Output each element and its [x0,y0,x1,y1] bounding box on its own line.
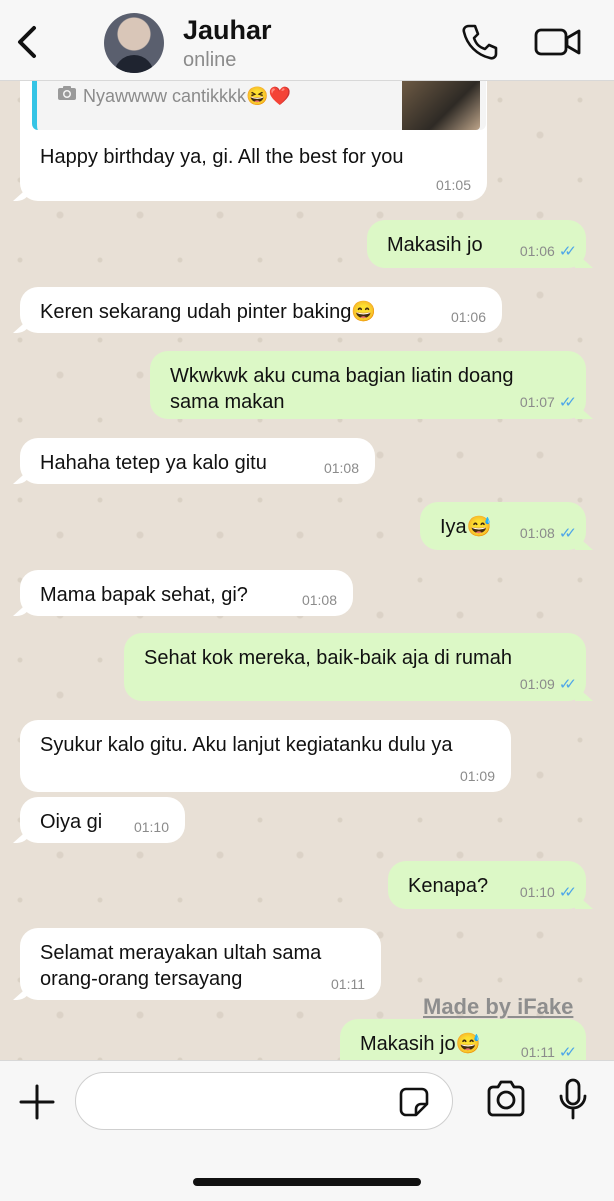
read-receipt-icon: ✓✓ [558,884,577,901]
message-bubble-outgoing[interactable]: Iya😅 01:08 ✓✓ [420,502,586,550]
message-text: Sehat kok mereka, baik-baik aja di rumah [144,647,512,669]
message-time: 01:11 [331,976,365,992]
reply-preview[interactable]: Nyawwww cantikkkk😆❤️ [32,80,486,130]
message-text: Hahaha tetep ya kalo gitu [40,452,267,474]
message-bubble-incoming[interactable]: Nyawwww cantikkkk😆❤️ Happy birthday ya, … [20,80,487,201]
message-bubble-outgoing[interactable]: Kenapa? 01:10 ✓✓ [388,861,586,909]
message-bubble-incoming[interactable]: Mama bapak sehat, gi? 01:08 [20,570,353,616]
chat-header: Jauhar online [0,0,614,81]
video-camera-icon[interactable] [533,24,583,60]
message-text: Iya😅 [440,516,492,538]
message-text: Selamat merayakan ultah sama orang-orang… [40,942,322,990]
message-text: Syukur kalo gitu. Aku lanjut kegiatanku … [40,734,453,756]
back-chevron-icon[interactable] [10,22,44,62]
message-time: 01:07 ✓✓ [519,394,577,411]
watermark: Made by iFake [423,994,574,1019]
message-text: Makasih jo😅 [360,1033,481,1055]
message-time: 01:10 ✓✓ [519,884,577,901]
message-text: Wkwkwk aku cuma bagian liatin doang sama… [170,365,514,413]
message-time: 01:08 ✓✓ [519,525,577,542]
message-bubble-incoming[interactable]: Keren sekarang udah pinter baking😄 01:06 [20,287,502,333]
message-time: 01:09 ✓✓ [519,676,577,693]
message-time: 01:10 [133,819,169,835]
read-receipt-icon: ✓✓ [558,525,577,542]
message-text: Keren sekarang udah pinter baking😄 [40,301,377,323]
read-receipt-icon: ✓✓ [558,243,577,260]
phone-icon[interactable] [460,22,500,62]
message-bubble-outgoing[interactable]: Wkwkwk aku cuma bagian liatin doang sama… [150,351,586,419]
camera-icon[interactable] [485,1080,527,1118]
plus-icon[interactable] [17,1082,57,1122]
home-indicator [193,1178,421,1186]
message-time: 01:05 [435,177,471,193]
message-bubble-outgoing[interactable]: Sehat kok mereka, baik-baik aja di rumah… [124,633,586,701]
message-input[interactable] [75,1072,453,1130]
message-time: 01:06 [450,309,486,325]
camera-icon [58,86,76,100]
message-bubble-incoming[interactable]: Hahaha tetep ya kalo gitu 01:08 [20,438,375,484]
message-time: 01:06 ✓✓ [519,243,577,260]
message-time: 01:09 [459,768,495,784]
message-bubble-incoming[interactable]: Selamat merayakan ultah sama orang-orang… [20,928,381,1000]
reply-thumbnail-image [402,80,480,130]
message-text: Happy birthday ya, gi. All the best for … [40,146,404,168]
message-time: 01:11 ✓✓ [520,1044,577,1061]
message-bubble-outgoing[interactable]: Makasih jo 01:06 ✓✓ [367,220,586,268]
message-text: Makasih jo [387,234,483,256]
contact-status: online [183,49,237,71]
message-bubble-incoming[interactable]: Oiya gi 01:10 [20,797,185,843]
reply-preview-text: Nyawwww cantikkkk😆❤️ [83,86,291,106]
message-text: Kenapa? [408,875,489,897]
read-receipt-icon: ✓✓ [558,676,577,693]
message-time: 01:08 [323,460,359,476]
message-time: 01:08 [301,592,337,608]
contact-name[interactable]: Jauhar [183,15,272,46]
mic-icon[interactable] [557,1078,589,1120]
message-text: Mama bapak sehat, gi? [40,584,248,606]
contact-avatar[interactable] [104,13,164,73]
message-text: Oiya gi [40,811,103,833]
read-receipt-icon: ✓✓ [558,394,577,411]
message-bubble-incoming[interactable]: Syukur kalo gitu. Aku lanjut kegiatanku … [20,720,511,792]
sticker-icon[interactable] [398,1086,430,1118]
read-receipt-icon: ✓✓ [558,1044,577,1061]
